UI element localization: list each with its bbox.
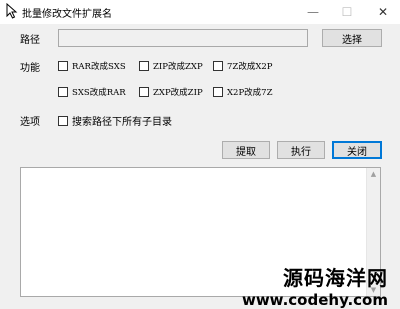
option-x2p-to-7z[interactable]: X2P改成7Z [213,86,273,98]
option-label: RAR改成SXS [72,62,126,72]
option-label: ZIP改成ZXP [153,62,203,72]
option-label: 搜索路径下所有子目录 [72,117,172,128]
option-zxp-to-zip[interactable]: ZXP改成ZIP [139,86,203,98]
close-button[interactable]: 关闭 [332,141,382,159]
title-bar: 批量修改文件扩展名 — ☐ ✕ [0,0,400,24]
scroll-up-icon[interactable]: ▲ [369,170,378,178]
option-zip-to-zxp[interactable]: ZIP改成ZXP [139,60,203,72]
extract-button[interactable]: 提取 [222,141,270,159]
checkbox[interactable] [139,61,149,71]
option-label: ZXP改成ZIP [153,88,203,98]
close-icon: ✕ [377,5,389,19]
watermark: 源码海洋网 www.codehy.com [242,262,388,309]
checkbox[interactable] [58,115,68,126]
options-label: 选项 [20,117,40,128]
browse-button[interactable]: 选择 [322,29,382,47]
function-label: 功能 [20,63,40,74]
checkbox[interactable] [139,87,149,97]
minimize-icon: — [307,5,319,19]
maximize-icon: ☐ [341,5,353,19]
window-title: 批量修改文件扩展名 [22,9,112,20]
checkbox[interactable] [213,61,223,71]
option-label: 7Z改成X2P [227,62,273,72]
option-label: SXS改成RAR [72,88,126,98]
option-sxs-to-rar[interactable]: SXS改成RAR [58,86,126,98]
option-7z-to-x2p[interactable]: 7Z改成X2P [213,60,273,72]
maximize-button[interactable]: ☐ [330,0,364,24]
option-label: X2P改成7Z [227,88,273,98]
option-rar-to-sxs[interactable]: RAR改成SXS [58,60,126,72]
option-recurse-subdirs[interactable]: 搜索路径下所有子目录 [58,113,172,128]
app-cursor-icon [6,3,18,19]
close-window-button[interactable]: ✕ [366,0,400,24]
checkbox[interactable] [58,87,68,97]
checkbox[interactable] [58,61,68,71]
path-label: 路径 [20,35,40,46]
path-input[interactable] [58,29,308,47]
watermark-url: www.codehy.com [241,291,388,309]
run-button[interactable]: 执行 [277,141,325,159]
minimize-button[interactable]: — [296,0,330,24]
checkbox[interactable] [213,87,223,97]
watermark-site-name: 源码海洋网 [283,266,388,290]
